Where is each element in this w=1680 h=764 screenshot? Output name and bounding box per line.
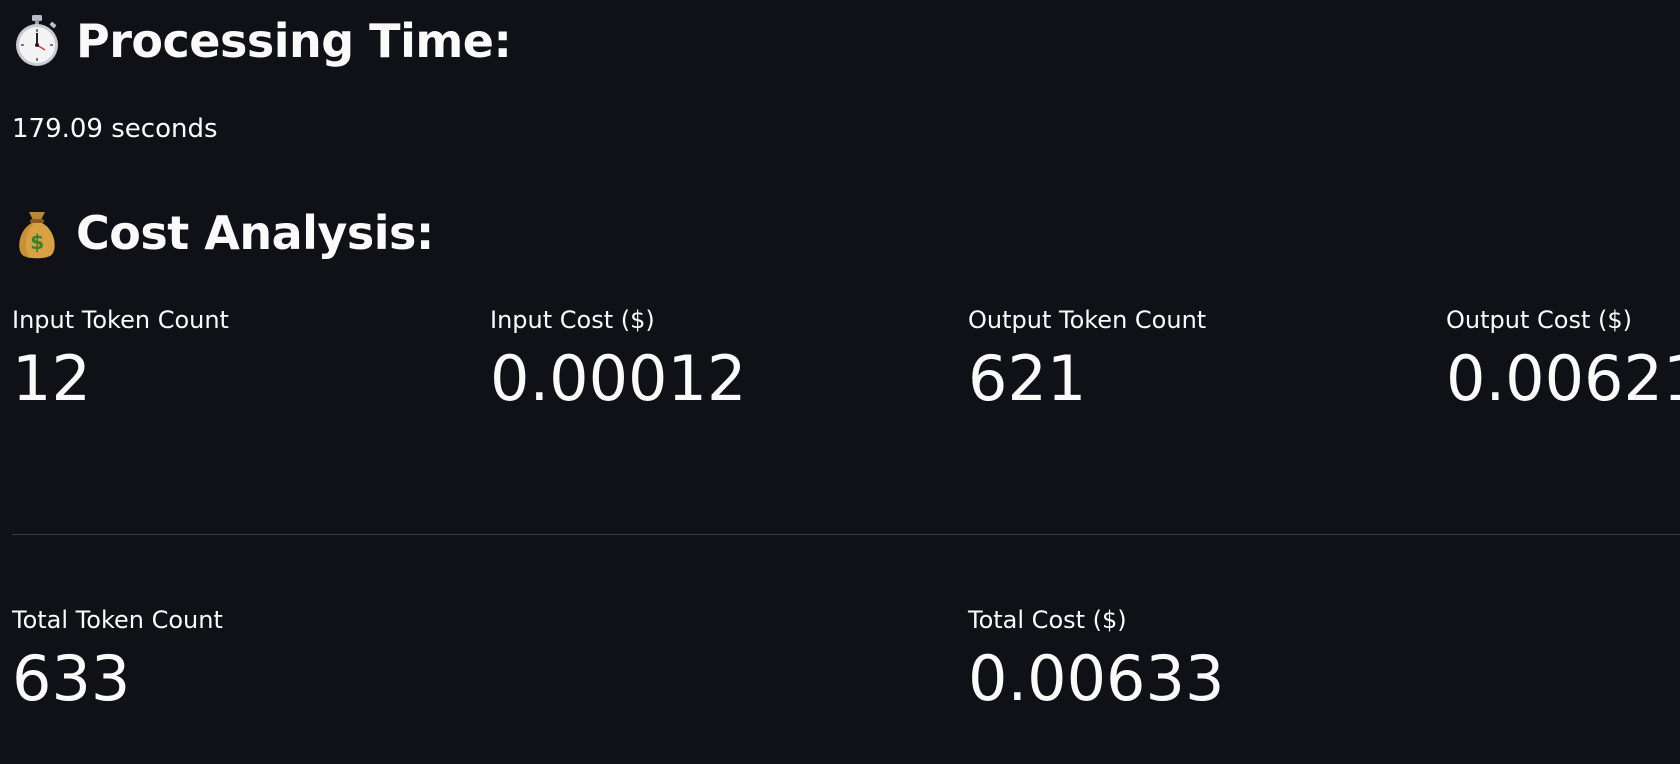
cost-analysis-title: Cost Analysis: [76, 206, 434, 260]
metric-output-cost: Output Cost ($) 0.00621 [1446, 306, 1680, 410]
metric-value: 0.00621 [1446, 342, 1680, 415]
metric-value: 633 [12, 642, 131, 715]
metric-input-cost: Input Cost ($) 0.00012 [490, 306, 746, 410]
metric-label: Total Cost ($) [968, 606, 1127, 634]
svg-text:$: $ [30, 230, 43, 254]
metric-value: 0.00633 [968, 642, 1225, 715]
cost-analysis-heading: $ Cost Analysis: [12, 206, 434, 260]
processing-time-heading: Processing Time: [12, 14, 512, 68]
processing-time-title: Processing Time: [76, 14, 512, 68]
processing-time-value: 179.09 seconds [12, 114, 218, 144]
metric-total-cost: Total Cost ($) 0.00633 [968, 606, 1224, 710]
metric-input-token-count: Input Token Count 12 [12, 306, 229, 410]
metric-value: 12 [12, 342, 91, 415]
metric-label: Output Token Count [968, 306, 1207, 334]
metric-label: Output Cost ($) [1446, 306, 1632, 334]
stopwatch-icon [16, 15, 58, 66]
metric-label: Input Token Count [12, 306, 229, 334]
metric-value: 0.00012 [490, 342, 747, 415]
divider [12, 534, 1680, 535]
metric-value: 621 [968, 342, 1087, 415]
metric-total-token-count: Total Token Count 633 [12, 606, 223, 710]
metric-label: Total Token Count [12, 606, 223, 634]
money-bag-icon: $ [19, 212, 55, 259]
metric-label: Input Cost ($) [490, 306, 655, 334]
metric-output-token-count: Output Token Count 621 [968, 306, 1206, 410]
